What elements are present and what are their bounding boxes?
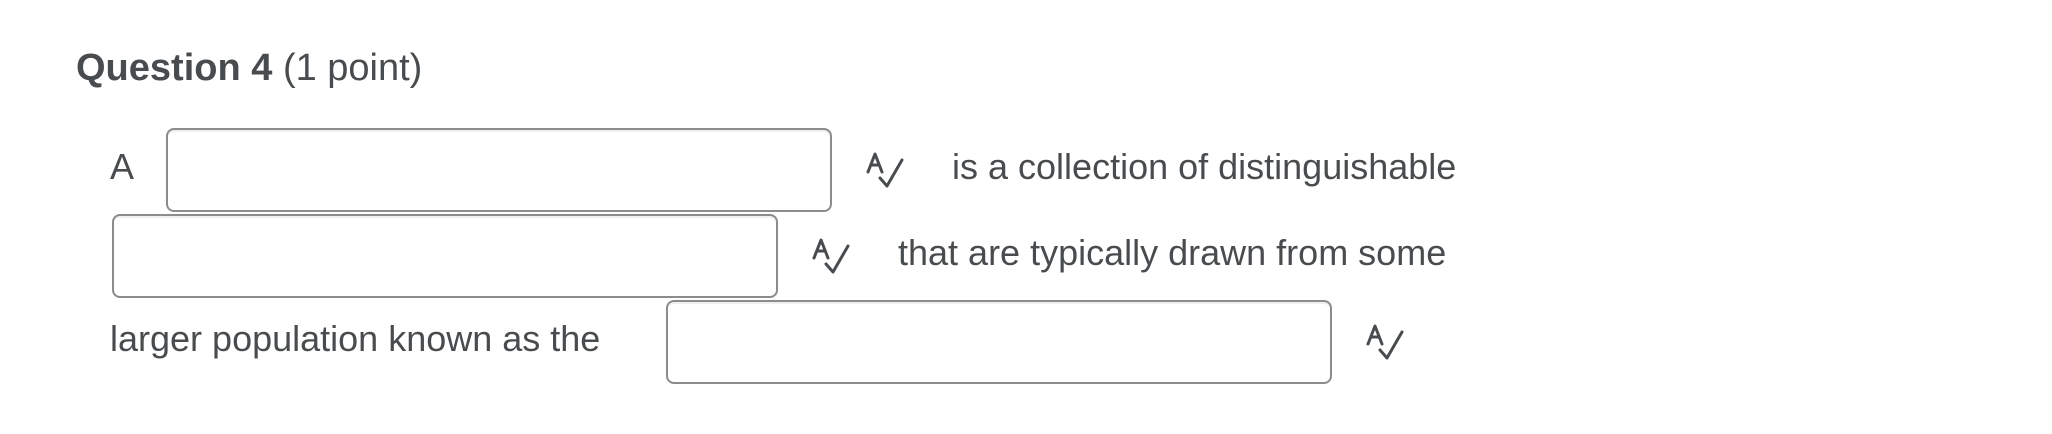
sentence-part-1: A — [110, 146, 135, 187]
spellcheck-icon[interactable] — [1364, 320, 1406, 362]
sentence-part-4: larger population known as the — [110, 318, 601, 359]
question-title: Question 4 — [76, 47, 273, 89]
spellcheck-icon[interactable] — [810, 234, 852, 276]
question-header: Question 4 (1 point) — [76, 42, 422, 94]
blank-input-1[interactable] — [166, 128, 832, 212]
sentence-part-2: is a collection of distinguishable — [952, 146, 1457, 187]
blank-input-2[interactable] — [112, 214, 778, 298]
question-points: (1 point) — [282, 47, 423, 89]
spellcheck-icon[interactable] — [864, 148, 906, 190]
sentence-part-3: that are typically drawn from some — [898, 232, 1447, 273]
blank-input-3[interactable] — [666, 300, 1332, 384]
